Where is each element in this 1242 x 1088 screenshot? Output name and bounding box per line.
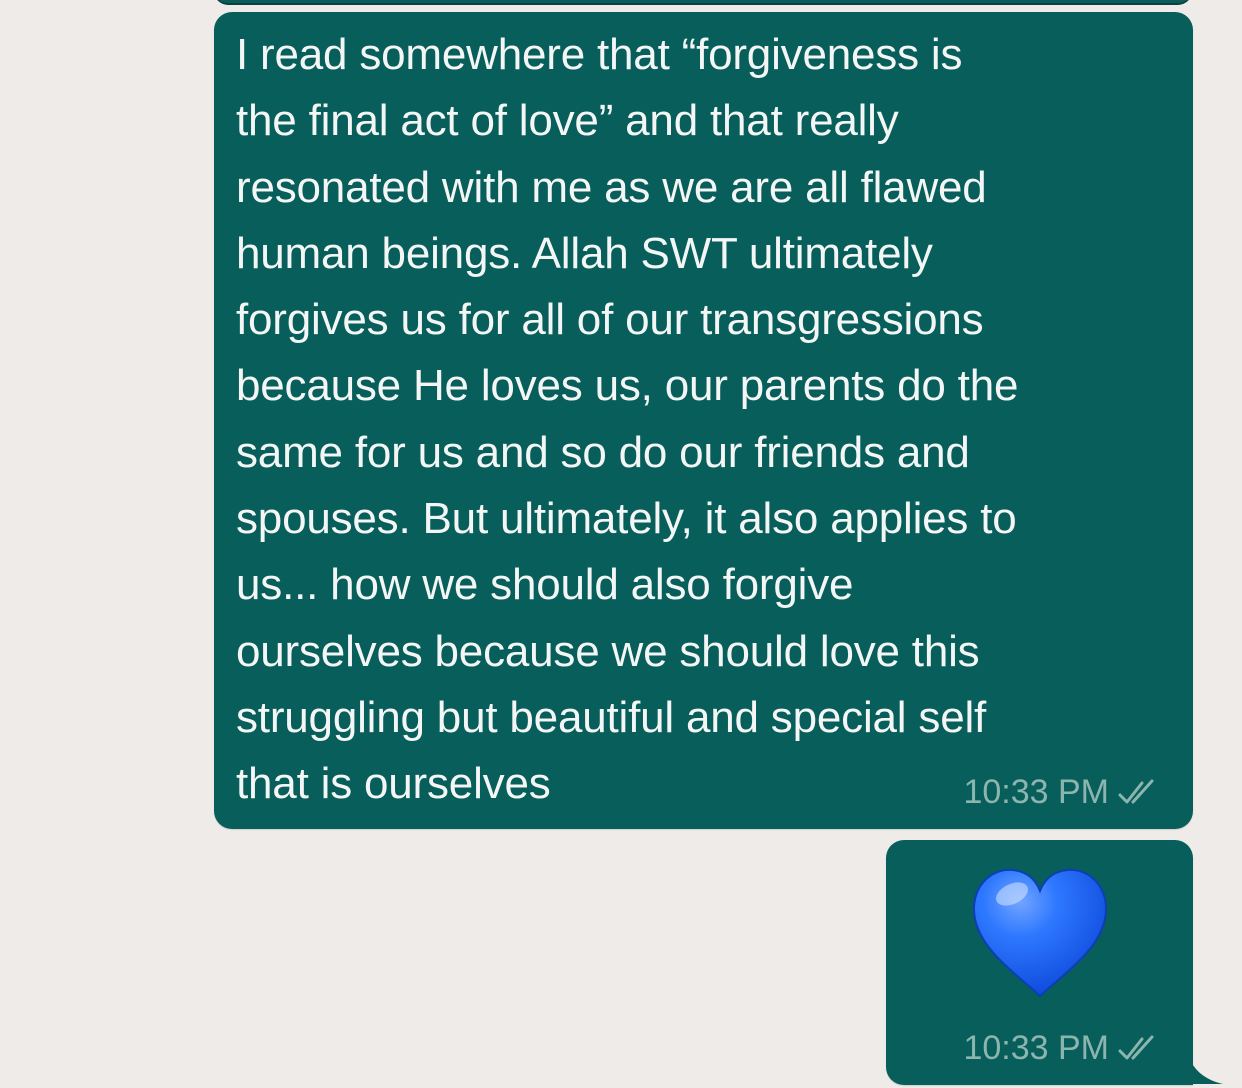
message-time: 10:33 PM — [963, 1029, 1109, 1067]
message-meta: 10:33 PM — [963, 775, 1165, 809]
blue-heart-icon — [972, 868, 1108, 998]
double-check-icon — [1118, 1035, 1154, 1060]
message-bubble-tail — [1186, 1048, 1223, 1084]
outgoing-text-message[interactable]: I read somewhere that “forgiveness is th… — [214, 12, 1193, 829]
message-text: I read somewhere that “forgiveness is th… — [236, 30, 1019, 809]
message-time: 10:33 PM — [963, 773, 1109, 811]
message-meta: 10:33 PM — [963, 1031, 1165, 1065]
previous-message-bubble-edge[interactable] — [214, 0, 1192, 5]
double-check-icon — [1118, 779, 1154, 804]
outgoing-emoji-message[interactable]: 10:33 PM — [886, 840, 1193, 1085]
